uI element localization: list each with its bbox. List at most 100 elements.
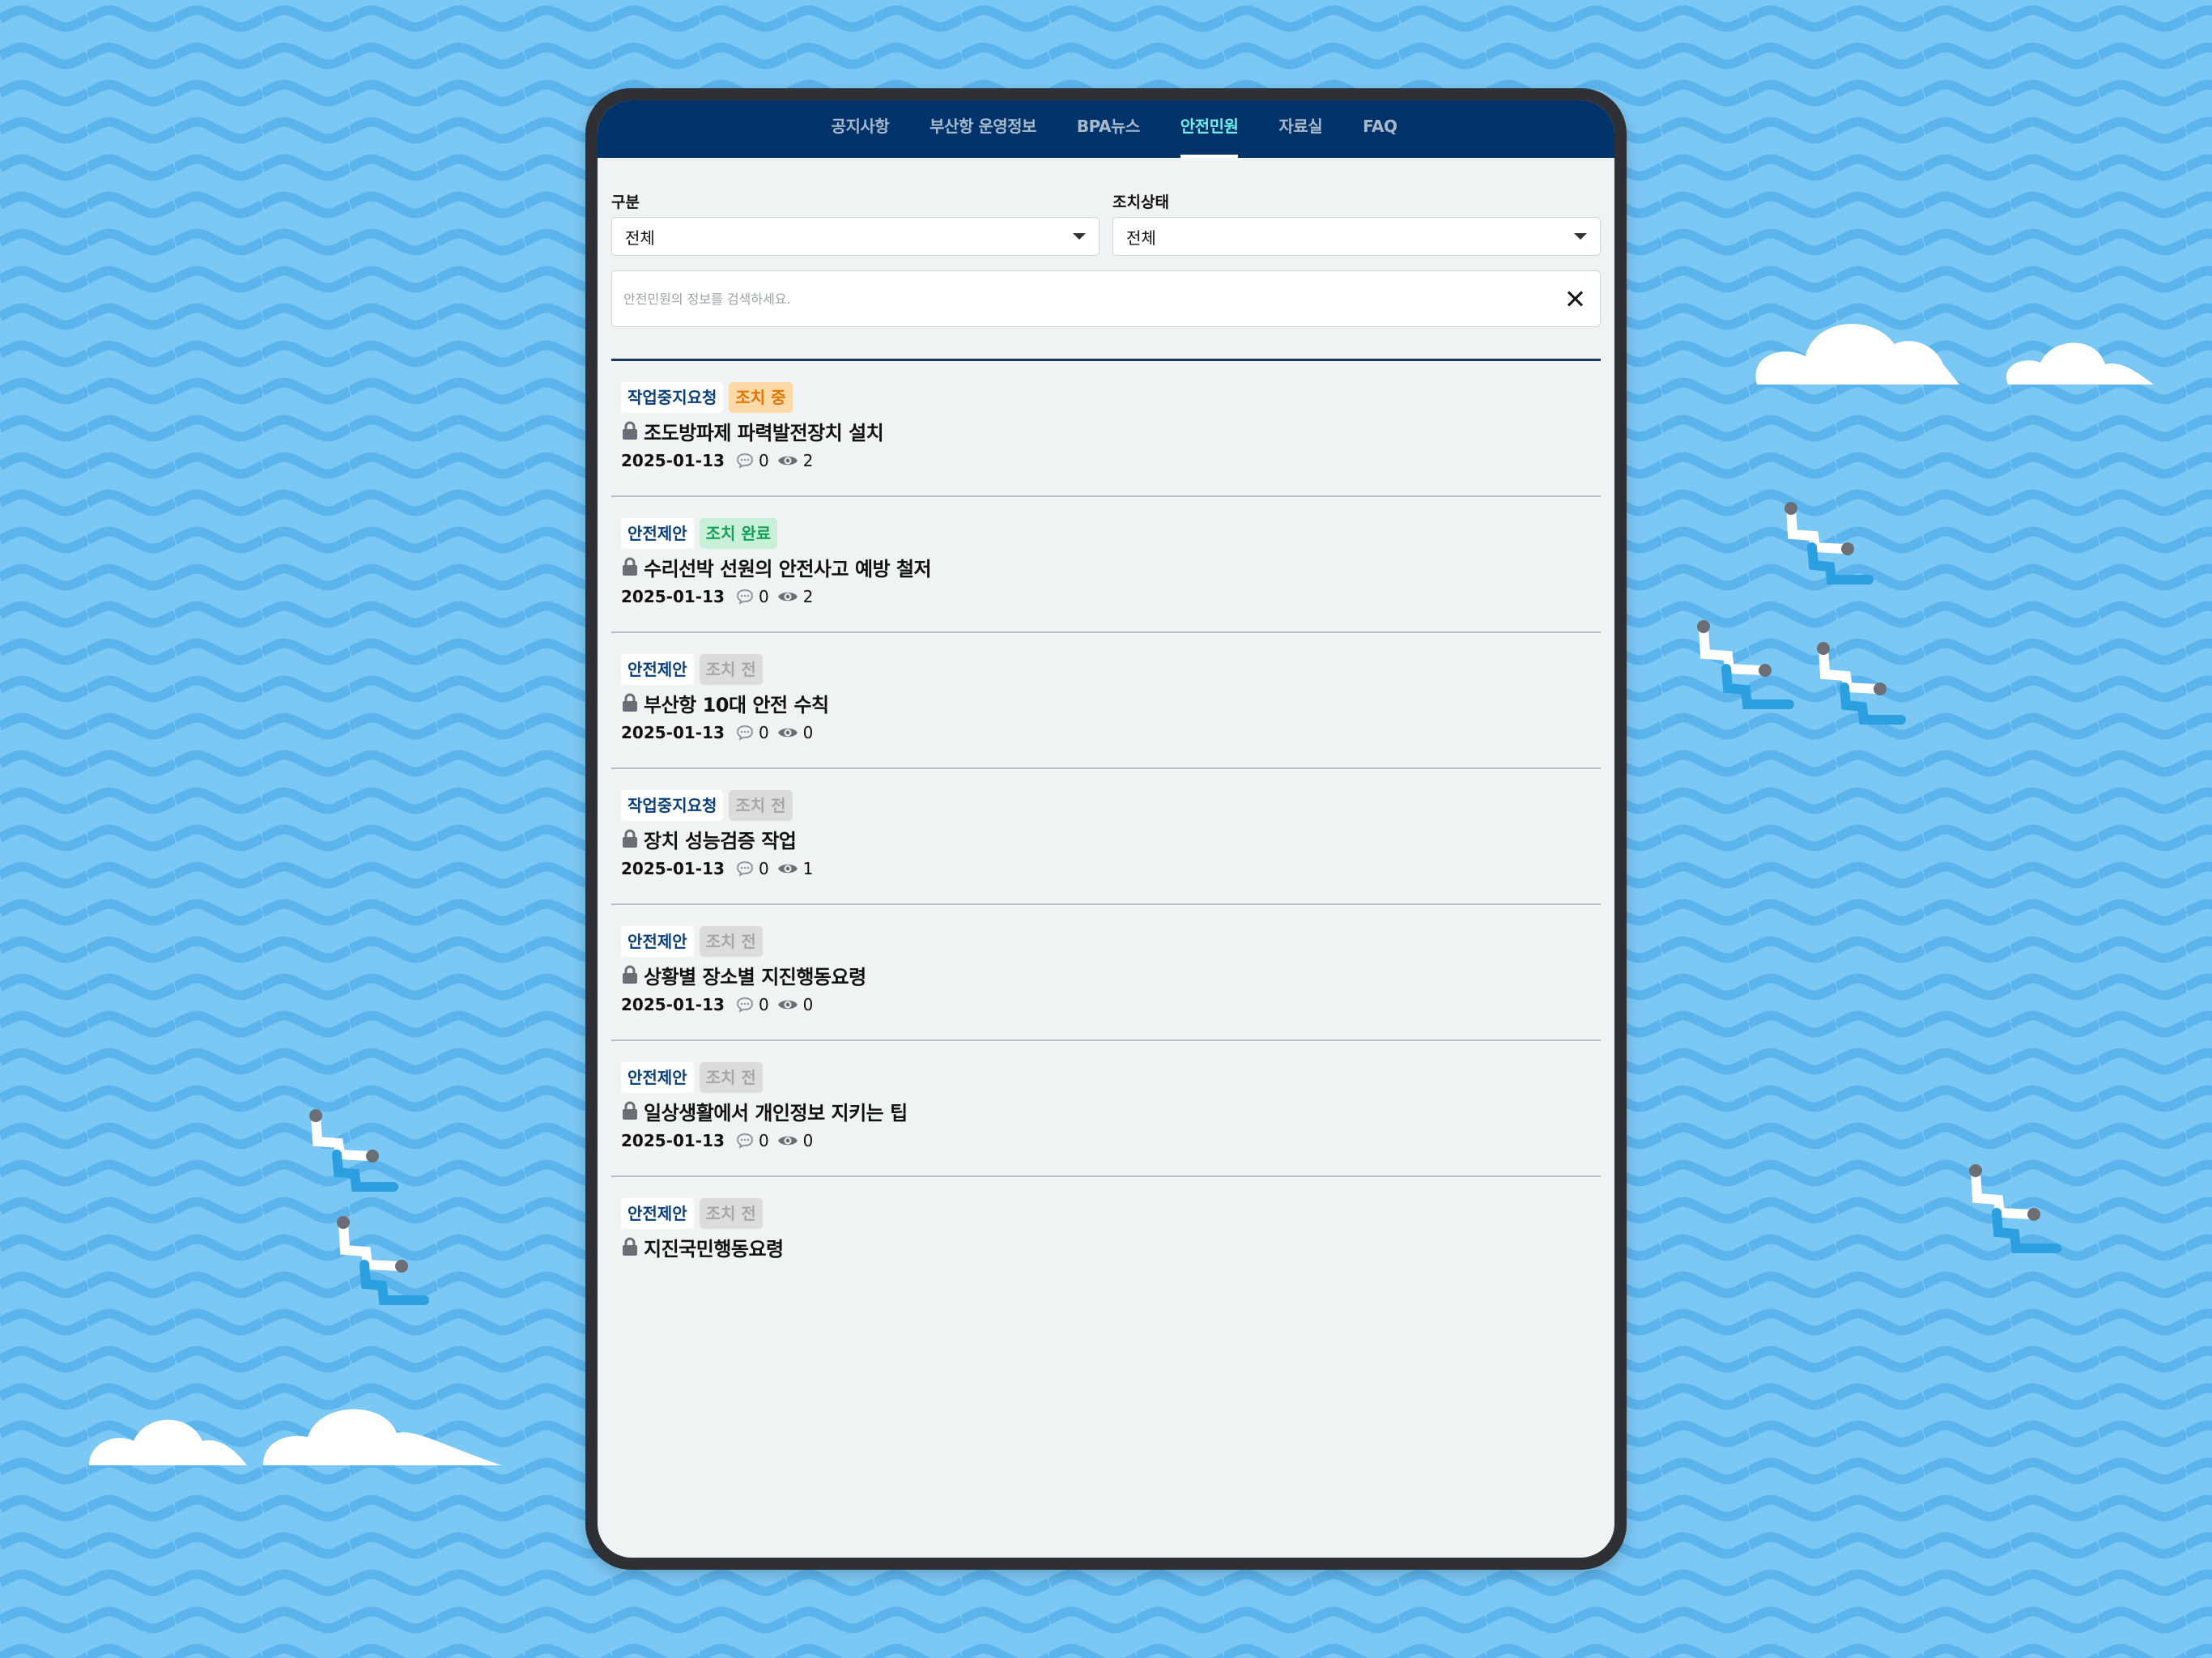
list-item[interactable]: 작업중지요청 조치 중 조도방파제 파력발전장치 설치 2025-01-13 0… [611,361,1601,497]
status-badge: 조치 전 [729,790,793,821]
top-navigation: 공지사항 부산항 운영정보 BPA뉴스 안전민원 자료실 FAQ [598,100,1614,158]
seagull-icon [337,1216,429,1305]
lock-icon [623,829,637,848]
item-tags: 안전제안 조치 완료 [621,517,1601,550]
list-item[interactable]: 안전제안 조치 전 부산항 10대 안전 수칙 2025-01-13 0 0 [611,633,1601,769]
lock-icon [623,557,637,576]
item-date: 2025-01-13 [621,451,725,470]
status-badge: 조치 전 [699,1062,763,1093]
comment-count: 0 [758,1131,769,1150]
status-select[interactable]: 전체 [1112,217,1601,256]
category-select-value: 전체 [625,227,655,248]
comment-count: 0 [758,451,769,470]
list-item[interactable]: 안전제안 조치 전 일상생활에서 개인정보 지키는 팁 2025-01-13 0… [611,1041,1601,1177]
category-badge: 안전제안 [621,1062,694,1093]
item-title: 조도방파제 파력발전장치 설치 [644,421,884,444]
eye-icon [777,1000,798,1010]
tab-bpa-news[interactable]: BPA뉴스 [1077,100,1140,158]
item-title: 상황별 장소별 지진행동요령 [644,965,866,988]
status-badge: 조치 전 [699,654,763,685]
list-item[interactable]: 안전제안 조치 전 지진국민행동요령 [611,1177,1601,1313]
eye-icon [777,592,798,602]
category-select[interactable]: 전체 [611,217,1100,256]
comment-icon [737,861,753,877]
view-count: 2 [802,587,814,606]
item-title-row: 지진국민행동요령 [621,1232,1601,1261]
item-date: 2025-01-13 [621,1131,725,1150]
lock-icon [623,965,637,984]
seagull-icon [1697,620,1794,709]
status-filter-label: 조치상태 [1112,193,1169,211]
list-item[interactable]: 작업중지요청 조치 전 장치 성능검증 작업 2025-01-13 0 1 [611,769,1601,905]
tab-archive[interactable]: 자료실 [1278,100,1322,158]
lock-icon [623,421,637,440]
search-input[interactable] [622,290,1563,308]
tab-faq[interactable]: FAQ [1363,100,1397,158]
item-meta: 2025-01-13 0 0 [621,993,1601,1017]
comment-icon [737,997,753,1013]
tab-notices[interactable]: 공지사항 [832,100,890,158]
item-date: 2025-01-13 [621,723,725,742]
category-filter-label: 구분 [611,193,640,211]
item-date: 2025-01-13 [621,995,725,1014]
eye-icon [777,728,798,738]
list-item[interactable]: 안전제안 조치 완료 수리선박 선원의 안전사고 예방 철저 2025-01-1… [611,497,1601,633]
item-tags: 작업중지요청 조치 중 [621,381,1601,414]
view-count: 2 [802,451,814,470]
item-meta: 2025-01-13 0 2 [621,449,1601,473]
category-badge: 안전제안 [621,926,694,957]
item-title: 장치 성능검증 작업 [644,829,797,852]
item-title-row: 부산항 10대 안전 수칙 [621,688,1601,717]
comment-count: 0 [758,587,769,606]
item-title: 수리선박 선원의 안전사고 예방 철저 [644,557,932,580]
lock-icon [623,693,637,712]
view-count: 1 [802,859,814,878]
status-badge: 조치 중 [729,382,793,413]
item-title-row: 일상생활에서 개인정보 지키는 팁 [621,1096,1601,1125]
close-icon[interactable] [1563,287,1587,311]
category-badge: 작업중지요청 [621,790,724,821]
category-filter: 구분 전체 [611,192,1100,256]
item-tags: 안전제안 조치 전 [621,925,1601,958]
seagull-icon [1784,502,1874,585]
status-select-value: 전체 [1126,227,1156,248]
comment-icon [737,725,753,741]
search-box [611,270,1601,327]
chevron-down-icon [1073,233,1086,240]
filter-bar: 구분 전체 조치상태 전체 [598,192,1614,256]
item-title: 부산항 10대 안전 수칙 [644,693,829,716]
eye-icon [777,864,798,874]
comment-icon [737,1133,753,1149]
app-screen: 공지사항 부산항 운영정보 BPA뉴스 안전민원 자료실 FAQ 구분 전체 조… [598,100,1614,1558]
complaint-list: 작업중지요청 조치 중 조도방파제 파력발전장치 설치 2025-01-13 0… [611,361,1601,1313]
eye-icon [777,456,798,466]
comment-count: 0 [758,859,769,878]
item-meta: 2025-01-13 0 0 [621,721,1601,745]
status-filter: 조치상태 전체 [1112,192,1601,256]
item-date: 2025-01-13 [621,587,725,606]
seagull-icon [309,1109,398,1192]
view-count: 0 [802,723,814,742]
status-badge: 조치 완료 [699,518,778,549]
cloud-right [1755,323,2154,385]
status-badge: 조치 전 [699,1198,763,1229]
item-meta: 2025-01-13 0 2 [621,585,1601,609]
seagull-icon [1969,1164,2061,1253]
comment-count: 0 [758,723,769,742]
lock-icon [623,1237,637,1256]
comment-icon [737,453,753,469]
item-title: 일상생활에서 개인정보 지키는 팁 [644,1101,908,1124]
list-item[interactable]: 안전제안 조치 전 상황별 장소별 지진행동요령 2025-01-13 0 0 [611,905,1601,1041]
item-title: 지진국민행동요령 [644,1237,784,1261]
comment-icon [737,589,753,605]
item-meta: 2025-01-13 0 1 [621,857,1601,881]
item-tags: 안전제안 조치 전 [621,653,1601,686]
item-title-row: 상황별 장소별 지진행동요령 [621,960,1601,989]
category-badge: 안전제안 [621,654,694,685]
category-badge: 안전제안 [621,518,694,549]
category-badge: 안전제안 [621,1198,694,1229]
tab-port-operations[interactable]: 부산항 운영정보 [929,100,1036,158]
item-meta: 2025-01-13 0 0 [621,1129,1601,1153]
comment-count: 0 [758,995,769,1014]
tab-safety-complaints[interactable]: 안전민원 [1180,100,1239,158]
